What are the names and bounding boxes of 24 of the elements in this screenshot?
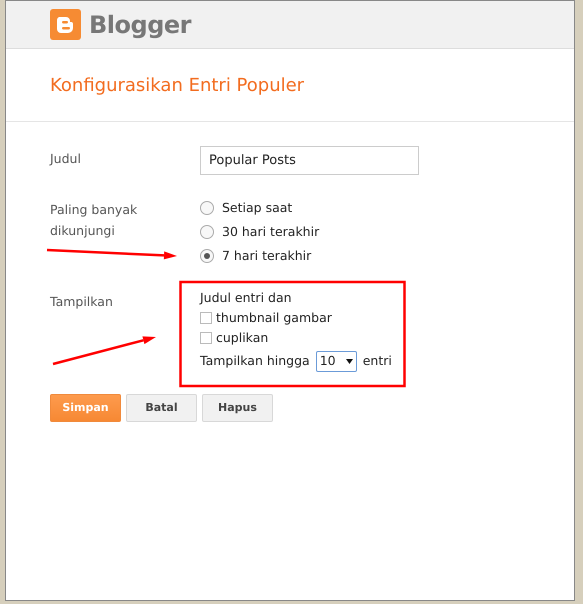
radio-label: 7 hari terakhir [222, 246, 312, 265]
radio-button[interactable] [200, 225, 214, 239]
caret-icon [346, 359, 353, 364]
field-label: Judul [50, 150, 81, 168]
checkbox-label: cuplikan [216, 328, 268, 347]
checkbox[interactable] [200, 312, 212, 324]
field-label: Paling banyak dikunjungi [50, 201, 138, 240]
limit-label: Tampilkan hingga [200, 352, 310, 370]
radio-button[interactable] [200, 201, 214, 215]
field-label: Tampilkan [50, 293, 113, 311]
checkbox[interactable] [200, 332, 212, 344]
blogger-logo-icon [50, 9, 81, 40]
radio-label: Setiap saat [222, 198, 292, 217]
logo-text: Blogger [89, 10, 191, 40]
radio-button[interactable] [200, 249, 214, 263]
action-button[interactable]: Batal [126, 394, 197, 422]
limit-suffix: entri [362, 352, 392, 370]
radio-label: 30 hari terakhir [222, 222, 320, 241]
dialog-title: Konfigurasikan Entri Populer [50, 74, 304, 98]
option-text: Judul entri dan [200, 290, 293, 306]
count-dropdown[interactable]: 10 [316, 351, 357, 372]
checkbox-label: thumbnail gambar [216, 308, 332, 327]
title-input-field[interactable]: Popular Posts [200, 146, 419, 175]
action-button[interactable]: Hapus [202, 394, 273, 422]
